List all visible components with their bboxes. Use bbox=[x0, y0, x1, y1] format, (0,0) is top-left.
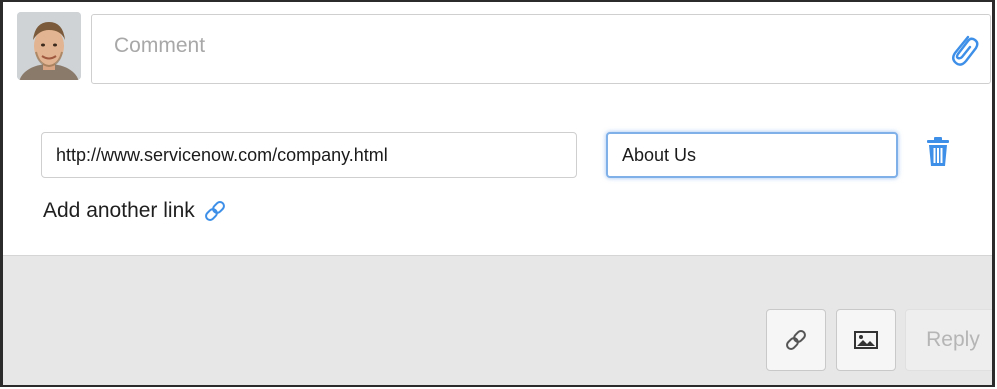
paperclip-icon bbox=[952, 35, 979, 66]
comment-composer: Add another link Reply bbox=[0, 0, 995, 387]
insert-link-button[interactable] bbox=[766, 309, 826, 371]
user-avatar-image bbox=[17, 12, 81, 80]
insert-image-button[interactable] bbox=[836, 309, 896, 371]
reply-button[interactable]: Reply bbox=[905, 309, 992, 371]
image-icon bbox=[854, 331, 878, 349]
avatar bbox=[17, 12, 81, 80]
link-url-input[interactable] bbox=[41, 132, 577, 178]
trash-icon bbox=[927, 137, 949, 166]
link-icon bbox=[786, 330, 806, 350]
attachment-button[interactable] bbox=[946, 31, 980, 69]
delete-link-button[interactable] bbox=[925, 136, 951, 168]
comment-input[interactable] bbox=[112, 33, 916, 59]
add-another-link[interactable]: Add another link bbox=[43, 196, 227, 226]
link-title-input[interactable] bbox=[606, 132, 898, 178]
comment-field bbox=[91, 14, 991, 84]
link-icon bbox=[204, 201, 225, 221]
add-link-label: Add another link bbox=[43, 199, 195, 222]
